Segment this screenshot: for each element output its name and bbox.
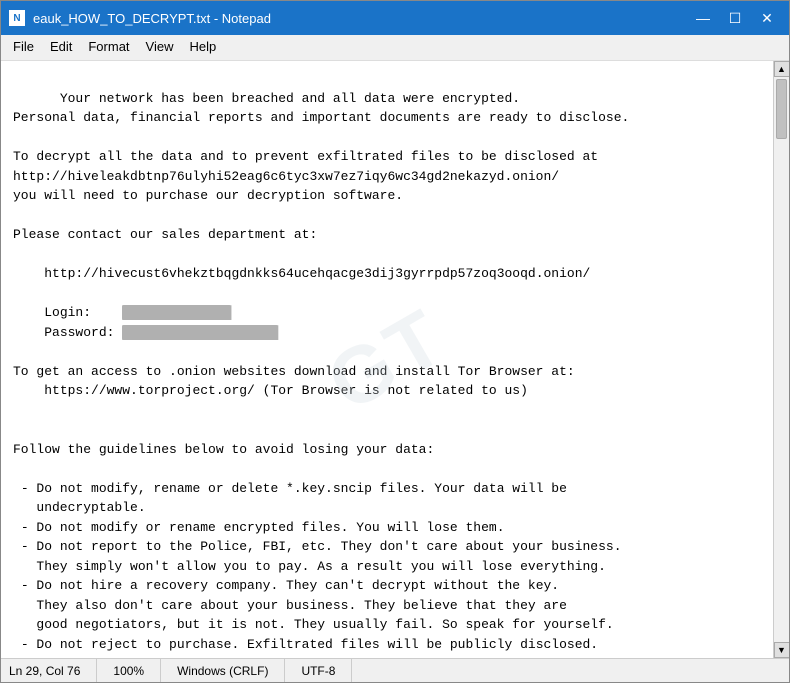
watermark: GT bbox=[305, 278, 468, 441]
title-bar-left: N eauk_HOW_TO_DECRYPT.txt - Notepad bbox=[9, 10, 271, 26]
login-redacted: ██████████████ bbox=[122, 305, 231, 320]
app-icon: N bbox=[9, 10, 25, 26]
menu-edit[interactable]: Edit bbox=[42, 37, 80, 58]
notepad-window: N eauk_HOW_TO_DECRYPT.txt - Notepad — ☐ … bbox=[0, 0, 790, 683]
editor-area: GTYour network has been breached and all… bbox=[1, 61, 789, 658]
scroll-track[interactable] bbox=[774, 77, 789, 642]
minimize-button[interactable]: — bbox=[689, 7, 717, 29]
menu-help[interactable]: Help bbox=[181, 37, 224, 58]
menu-view[interactable]: View bbox=[138, 37, 182, 58]
maximize-button[interactable]: ☐ bbox=[721, 7, 749, 29]
scroll-thumb[interactable] bbox=[776, 79, 787, 139]
cursor-position: Ln 29, Col 76 bbox=[9, 659, 97, 682]
encoding: UTF-8 bbox=[285, 659, 352, 682]
menu-format[interactable]: Format bbox=[80, 37, 137, 58]
scroll-down-arrow[interactable]: ▼ bbox=[774, 642, 790, 658]
line-ending: Windows (CRLF) bbox=[161, 659, 285, 682]
scroll-up-arrow[interactable]: ▲ bbox=[774, 61, 790, 77]
text-editor[interactable]: GTYour network has been breached and all… bbox=[1, 61, 773, 658]
status-bar: Ln 29, Col 76 100% Windows (CRLF) UTF-8 bbox=[1, 658, 789, 682]
zoom-level: 100% bbox=[97, 659, 161, 682]
window-title: eauk_HOW_TO_DECRYPT.txt - Notepad bbox=[33, 11, 271, 26]
window-controls: — ☐ ✕ bbox=[689, 7, 781, 29]
title-bar: N eauk_HOW_TO_DECRYPT.txt - Notepad — ☐ … bbox=[1, 1, 789, 35]
menu-bar: File Edit Format View Help bbox=[1, 35, 789, 61]
menu-file[interactable]: File bbox=[5, 37, 42, 58]
password-redacted: ████████████████████ bbox=[122, 325, 278, 340]
close-button[interactable]: ✕ bbox=[753, 7, 781, 29]
vertical-scrollbar[interactable]: ▲ ▼ bbox=[773, 61, 789, 658]
